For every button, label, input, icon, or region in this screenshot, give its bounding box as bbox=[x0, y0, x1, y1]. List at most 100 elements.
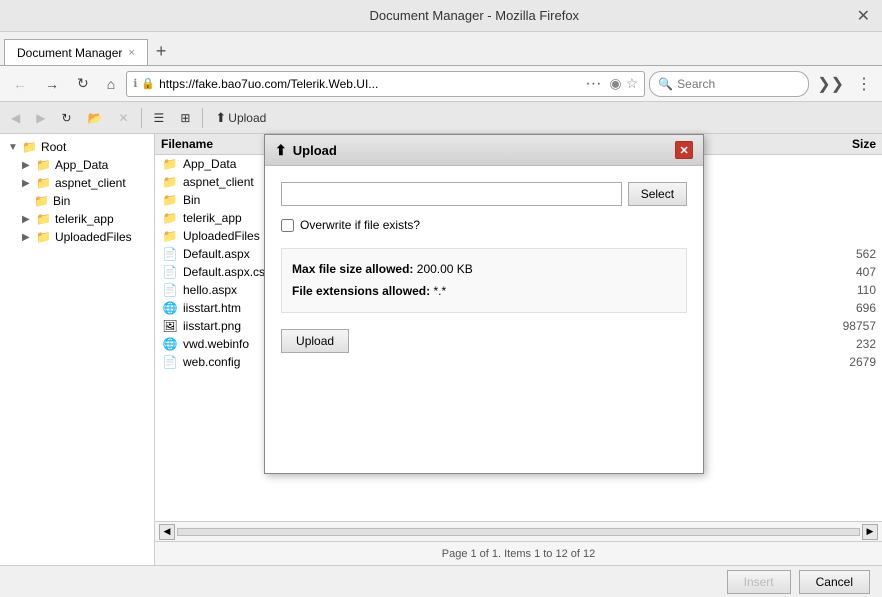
file-icon: 📄 bbox=[161, 265, 179, 279]
forward-toolbar-button[interactable]: ▶ bbox=[29, 107, 52, 129]
new-tab-button[interactable]: + bbox=[148, 37, 175, 65]
menu-button[interactable]: ⋮ bbox=[852, 74, 876, 94]
folder-icon-appdata: 📁 bbox=[36, 158, 51, 172]
folder-icon: 📁 bbox=[161, 193, 179, 207]
scroll-track[interactable] bbox=[177, 528, 860, 536]
grid-view-button[interactable]: ⊞ bbox=[173, 107, 197, 129]
max-size-value: 200.00 KB bbox=[417, 262, 473, 276]
tree-item-label-appdata: App_Data bbox=[55, 158, 108, 172]
tree-item-appdata[interactable]: ▶ 📁 App_Data bbox=[4, 156, 150, 174]
upload-file-input[interactable] bbox=[281, 182, 622, 206]
right-panel: Filename Size 📁 App_Data 📁 aspnet_client… bbox=[155, 134, 882, 565]
overwrite-row: Overwrite if file exists? bbox=[281, 218, 687, 232]
upload-file-row: Select bbox=[281, 182, 687, 206]
delete-toolbar-button[interactable]: ✕ bbox=[111, 107, 135, 129]
header-size: Size bbox=[806, 137, 876, 151]
file-size: 110 bbox=[806, 283, 876, 297]
dialog-body: Select Overwrite if file exists? Max fil… bbox=[265, 166, 703, 473]
folder-icon: 📁 bbox=[161, 157, 179, 171]
upload-submit-button[interactable]: Upload bbox=[281, 329, 349, 353]
tree-item-label-telerik: telerik_app bbox=[55, 212, 114, 226]
forward-button[interactable]: → bbox=[38, 72, 66, 96]
bookmark-icon[interactable]: ☆ bbox=[626, 75, 639, 92]
max-size-label: Max file size allowed: bbox=[292, 262, 413, 276]
folder-icon: 📁 bbox=[161, 175, 179, 189]
search-icon: 🔍 bbox=[658, 77, 673, 91]
tree-item-label-uploaded: UploadedFiles bbox=[55, 230, 132, 244]
expand-icon-aspnet: ▶ bbox=[22, 178, 36, 189]
extensions-label: File extensions allowed: bbox=[292, 284, 430, 298]
more-options-button[interactable]: ··· bbox=[581, 75, 605, 93]
search-input[interactable] bbox=[677, 77, 777, 91]
folder-icon-aspnet: 📁 bbox=[36, 176, 51, 190]
dialog-close-button[interactable]: ✕ bbox=[675, 141, 693, 159]
cancel-button[interactable]: Cancel bbox=[799, 570, 870, 594]
pagination: Page 1 of 1. Items 1 to 12 of 12 bbox=[155, 541, 882, 565]
pagination-text: Page 1 of 1. Items 1 to 12 of 12 bbox=[442, 548, 596, 560]
tree-item-label-bin: Bin bbox=[53, 194, 70, 208]
tree-item-label-aspnet: aspnet_client bbox=[55, 176, 126, 190]
open-toolbar-button[interactable]: 📂 bbox=[81, 107, 110, 129]
list-view-button[interactable]: ☰ bbox=[147, 107, 172, 129]
expand-icon-telerik: ▶ bbox=[22, 214, 36, 225]
folder-icon-bin: 📁 bbox=[34, 194, 49, 208]
expand-icon-appdata: ▶ bbox=[22, 160, 36, 171]
file-icon: 🌐 bbox=[161, 337, 179, 351]
expand-icon: ▼ bbox=[8, 142, 22, 153]
scroll-left-button[interactable]: ◀ bbox=[159, 524, 175, 540]
toolbar: ◀ ▶ ↻ 📂 ✕ ☰ ⊞ ⬆ Upload bbox=[0, 102, 882, 134]
tree-item-aspnet[interactable]: ▶ 📁 aspnet_client bbox=[4, 174, 150, 192]
file-list-scrollbar: ◀ ▶ bbox=[155, 521, 882, 541]
back-button[interactable]: ← bbox=[6, 72, 34, 96]
tab-close-button[interactable]: × bbox=[128, 47, 134, 59]
window-close-button[interactable]: ✕ bbox=[857, 6, 870, 26]
refresh-button[interactable]: ↻ bbox=[70, 71, 96, 96]
dialog-title-left: ⬆ Upload bbox=[275, 142, 337, 159]
file-icon: 📄 bbox=[161, 283, 179, 297]
active-tab[interactable]: Document Manager × bbox=[4, 39, 148, 65]
file-icon: 🌐 bbox=[161, 301, 179, 315]
folder-icon: 📁 bbox=[161, 229, 179, 243]
search-bar: 🔍 bbox=[649, 71, 809, 97]
upload-toolbar-button[interactable]: ⬆ Upload bbox=[208, 106, 273, 130]
extensions-value: *.* bbox=[433, 284, 446, 298]
overwrite-checkbox[interactable] bbox=[281, 219, 294, 232]
main-area: ▼ 📁 Root ▶ 📁 App_Data ▶ 📁 aspnet_client … bbox=[0, 134, 882, 565]
expand-icon-uploaded: ▶ bbox=[22, 232, 36, 243]
select-file-button[interactable]: Select bbox=[628, 182, 687, 206]
tree-item-telerik[interactable]: ▶ 📁 telerik_app bbox=[4, 210, 150, 228]
tree-root[interactable]: ▼ 📁 Root bbox=[4, 138, 150, 156]
dialog-title-bar: ⬆ Upload ✕ bbox=[265, 135, 703, 166]
pocket-icon[interactable]: ◉ bbox=[609, 75, 621, 92]
lock-icon: 🔒 bbox=[141, 77, 155, 90]
toolbar-separator-2 bbox=[202, 108, 203, 128]
file-info-box: Max file size allowed: 200.00 KB File ex… bbox=[281, 248, 687, 313]
extensions-row: File extensions allowed: *.* bbox=[292, 281, 676, 303]
back-toolbar-button[interactable]: ◀ bbox=[4, 107, 27, 129]
title-bar: Document Manager - Mozilla Firefox ✕ bbox=[0, 0, 882, 32]
toolbar-separator bbox=[141, 108, 142, 128]
file-size: 98757 bbox=[806, 319, 876, 333]
scroll-right-button[interactable]: ▶ bbox=[862, 524, 878, 540]
tree-item-bin[interactable]: 📁 Bin bbox=[4, 192, 150, 210]
max-size-row: Max file size allowed: 200.00 KB bbox=[292, 259, 676, 281]
extensions-button[interactable]: ❯❯ bbox=[813, 74, 848, 94]
file-size: 696 bbox=[806, 301, 876, 315]
insert-button[interactable]: Insert bbox=[727, 570, 791, 594]
tab-bar: Document Manager × + bbox=[0, 32, 882, 66]
dialog-title-label: Upload bbox=[293, 143, 337, 158]
nav-bar: ← → ↻ ⌂ ℹ 🔒 ··· ◉ ☆ 🔍 ❯❯ ⋮ bbox=[0, 66, 882, 102]
file-size: 407 bbox=[806, 265, 876, 279]
home-button[interactable]: ⌂ bbox=[100, 72, 122, 96]
upload-icon: ⬆ bbox=[215, 110, 226, 126]
overwrite-label: Overwrite if file exists? bbox=[300, 218, 420, 232]
dialog-upload-icon: ⬆ bbox=[275, 142, 287, 159]
refresh-toolbar-button[interactable]: ↻ bbox=[54, 107, 78, 129]
tree-item-uploaded[interactable]: ▶ 📁 UploadedFiles bbox=[4, 228, 150, 246]
info-icon: ℹ bbox=[133, 77, 137, 90]
file-size: 562 bbox=[806, 247, 876, 261]
root-folder-icon: 📁 bbox=[22, 140, 37, 154]
url-input[interactable] bbox=[159, 77, 577, 91]
tab-label: Document Manager bbox=[17, 46, 122, 60]
left-panel: ▼ 📁 Root ▶ 📁 App_Data ▶ 📁 aspnet_client … bbox=[0, 134, 155, 565]
